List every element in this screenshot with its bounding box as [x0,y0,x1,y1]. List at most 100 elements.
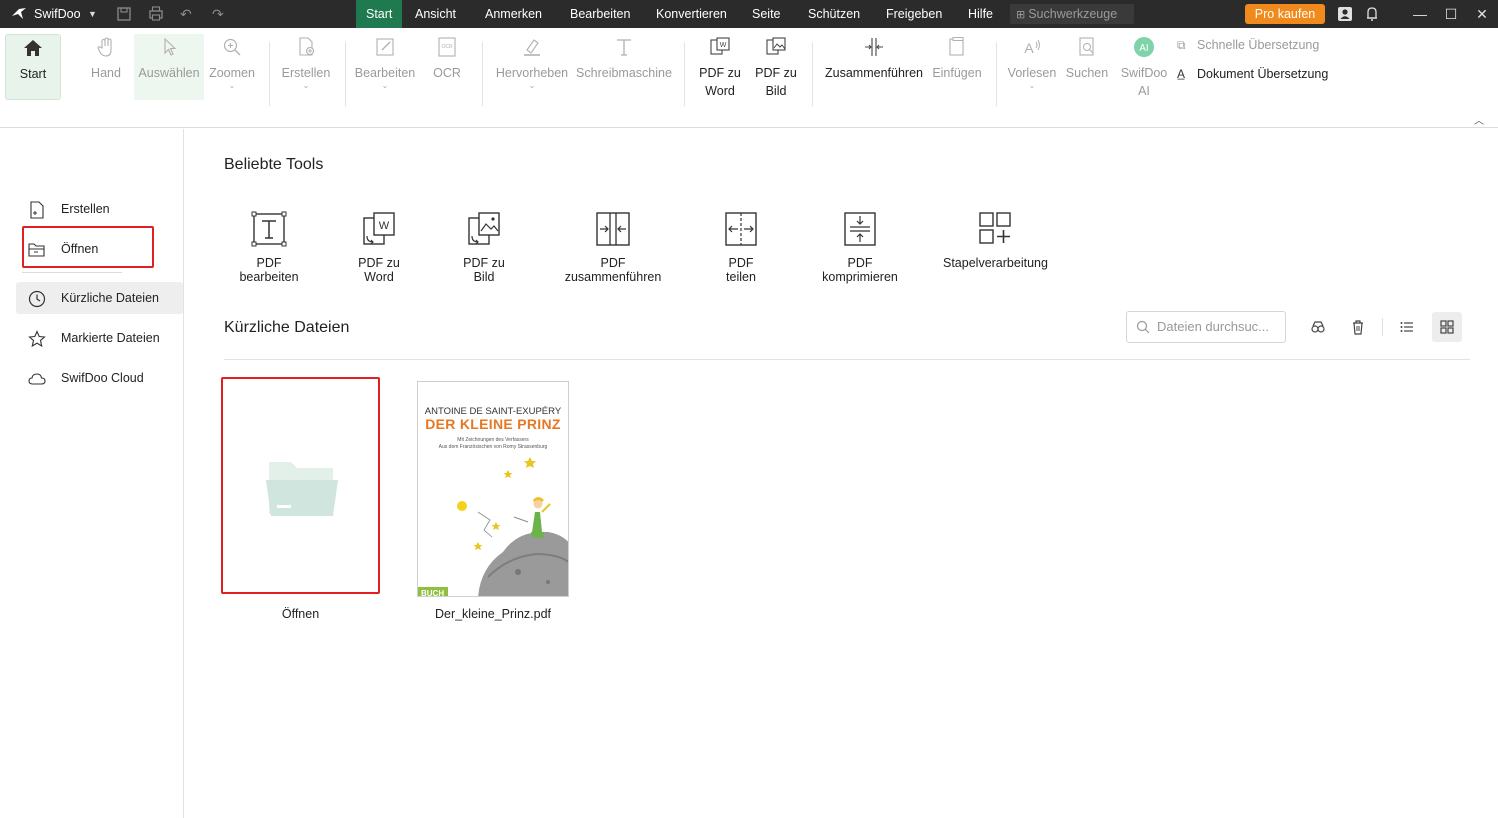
edit-icon [354,36,416,64]
file-name-label: Der_kleine_Prinz.pdf [434,607,552,621]
svg-text:W: W [379,220,390,232]
compress-icon [844,212,876,246]
svg-text:OCR: OCR [441,44,453,50]
document-search-icon [1064,36,1110,64]
ribbon-start-button[interactable]: Start [5,34,61,100]
ribbon-merge-button[interactable]: Zusammenführen [824,34,924,100]
home-icon [6,37,60,65]
grid-search-icon: ⊞ [1016,9,1026,21]
maximize-icon[interactable]: ☐ [1441,0,1461,28]
file-thumbnail-der-kleine-prinz[interactable]: ANTOINE DE SAINT-EXUPÉRY DER KLEINE PRIN… [417,381,569,597]
recent-files-title: Kürzliche Dateien [224,319,350,336]
swifdoo-logo-icon [10,0,28,28]
tool-pdf-merge[interactable]: PDF zusammenführen [553,210,673,284]
create-pdf-icon [280,36,332,64]
collapse-ribbon-icon[interactable]: ︿ [1474,112,1484,127]
menu-freigeben[interactable]: Freigeben [876,0,952,28]
star-icon [28,330,46,348]
ribbon-read-aloud-button[interactable]: A Vorlesen ⌄ [1006,34,1058,100]
svg-text:A: A [1024,40,1034,56]
doc-translate-button[interactable]: A̲ Dokument Übersetzung [1177,65,1328,83]
menu-start[interactable]: Start [356,0,403,28]
pdf-to-image-icon [752,36,800,64]
list-view-button[interactable] [1392,312,1422,342]
ocr-icon: OCR [428,36,466,64]
menu-bearbeiten[interactable]: Bearbeiten [560,0,640,28]
save-icon[interactable] [116,0,132,28]
tool-pdf-compress[interactable]: PDF komprimieren [808,210,912,284]
zoom-dropdown-icon: ⌄ [228,81,236,90]
ribbon-separator [345,42,346,106]
quick-translate-button[interactable]: ⧉ Schnelle Übersetzung [1177,36,1319,54]
quick-translate-icon: ⧉ [1177,38,1186,52]
ribbon-zoom-button[interactable]: Zoomen ⌄ [208,34,256,100]
little-prince-illustration: BUCH [418,457,568,597]
tool-batch-processing[interactable]: Stapelverarbeitung [943,210,1048,270]
menu-anmerken[interactable]: Anmerken [475,0,552,28]
tool-pdf-to-word[interactable]: W PDF zu Word [343,210,415,284]
app-menu-dropdown-icon[interactable]: ▼ [88,0,97,28]
close-icon[interactable]: ✕ [1472,0,1492,28]
ribbon-highlight-button[interactable]: Hervorheben ⌄ [494,34,570,100]
undo-icon[interactable]: ↶ [180,0,192,28]
notification-bell-icon[interactable] [1362,0,1382,28]
cursor-arrow-icon [134,36,204,64]
broom-link-icon [1311,321,1325,333]
highlight-box-open-card [221,377,380,594]
delete-button[interactable] [1343,312,1373,342]
ribbon-create-button[interactable]: Erstellen ⌄ [280,34,332,100]
tool-pdf-to-image[interactable]: PDF zu Bild [452,210,516,284]
ribbon-hand-button[interactable]: Hand [82,34,130,100]
ribbon-edit-button[interactable]: Bearbeiten ⌄ [354,34,416,100]
app-name: SwifDoo [34,7,81,21]
ribbon-insert-button[interactable]: Einfügen [930,34,984,100]
tool-pdf-split[interactable]: PDF teilen [712,210,770,284]
ribbon-swifdoo-ai-button[interactable]: AI SwifDoo AI [1118,34,1170,100]
pdf-to-word-icon: W [696,36,744,64]
open-card-label: Öffnen [281,607,320,621]
text-edit-icon [251,211,287,247]
sidebar-item-recent[interactable]: Kürzliche Dateien [16,282,183,314]
clean-up-button[interactable] [1303,312,1333,342]
pro-kaufen-button[interactable]: Pro kaufen [1245,4,1325,24]
sidebar-item-create[interactable]: Erstellen [16,193,183,225]
menu-hilfe[interactable]: Hilfe [958,0,1003,28]
trash-icon [1353,320,1363,335]
ribbon-separator [269,42,270,106]
print-icon[interactable] [148,0,164,28]
menu-schuetzen[interactable]: Schützen [798,0,870,28]
typewriter-icon [576,36,672,64]
svg-text:AI: AI [1139,43,1148,54]
grid-view-icon [1440,320,1454,334]
ribbon-toolbar: Start Hand Auswählen Zoomen ⌄ Erstellen … [0,28,1498,128]
pdf-to-word-icon: W [363,212,395,245]
merge-icon [824,36,924,64]
file-search-input[interactable]: Dateien durchsuc... [1126,311,1286,343]
ribbon-pdf-to-word-button[interactable]: W PDF zu Word [696,34,744,100]
menu-seite[interactable]: Seite [742,0,791,28]
ribbon-search-button[interactable]: Suchen [1064,34,1110,100]
ribbon-separator [482,42,483,106]
list-view-icon [1400,321,1413,332]
sidebar-item-cloud[interactable]: SwifDoo Cloud [16,362,183,394]
highlight-box-sidebar-open [22,226,154,268]
tool-search-input[interactable]: ⊞ Suchwerkzeuge [1010,4,1134,24]
edit-dropdown-icon: ⌄ [381,81,389,90]
ribbon-ocr-button[interactable]: OCR OCR [428,34,466,100]
minimize-icon[interactable]: — [1410,0,1430,28]
tool-pdf-edit[interactable]: PDF bearbeiten [229,210,309,284]
ribbon-separator [684,42,685,106]
insert-page-icon [930,36,984,64]
recent-files-divider [224,359,1470,360]
ribbon-select-button[interactable]: Auswählen [134,34,204,100]
redo-icon[interactable]: ↷ [212,0,224,28]
ribbon-typewriter-button[interactable]: Schreibmaschine [576,34,672,100]
grid-view-button[interactable] [1432,312,1462,342]
menu-konvertieren[interactable]: Konvertieren [646,0,737,28]
user-icon[interactable] [1335,0,1355,28]
sidebar-item-marked[interactable]: Markierte Dateien [16,322,183,354]
highlight-dropdown-icon: ⌄ [528,81,536,90]
svg-text:BUCH: BUCH [421,589,444,597]
ribbon-pdf-to-image-button[interactable]: PDF zu Bild [752,34,800,100]
menu-ansicht[interactable]: Ansicht [405,0,466,28]
